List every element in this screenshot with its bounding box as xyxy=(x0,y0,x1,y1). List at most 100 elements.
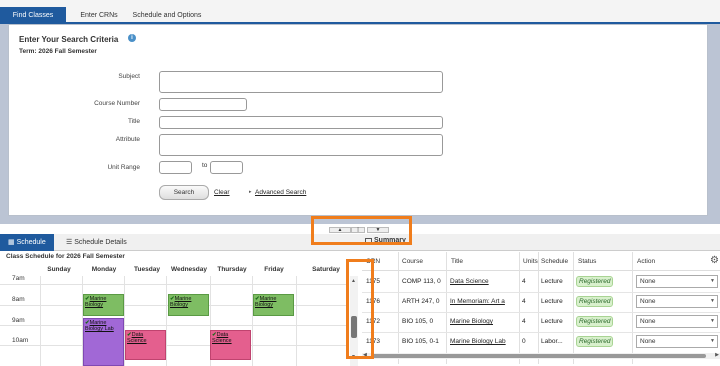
tab-schedule-details-label: Schedule Details xyxy=(74,239,127,246)
column-header-action[interactable]: Action xyxy=(637,258,655,265)
scrollbar-thumb[interactable] xyxy=(371,354,706,358)
clear-link[interactable]: Clear xyxy=(214,189,230,196)
title-label: Title xyxy=(127,118,140,125)
time-label: 8am xyxy=(12,296,25,303)
action-select[interactable]: None ▼ xyxy=(636,335,718,348)
action-select[interactable]: None ▼ xyxy=(636,315,718,328)
term-label: Term: 2026 Fall Semester xyxy=(19,48,97,55)
action-select-value: None xyxy=(640,318,656,325)
calendar-title: Class Schedule for 2026 Fall Semester xyxy=(6,253,125,260)
calendar-event[interactable]: ✔Data Science xyxy=(210,330,251,360)
chevron-down-icon: ▼ xyxy=(710,298,715,304)
action-select-value: None xyxy=(640,338,656,345)
advanced-search-link[interactable]: Advanced Search xyxy=(255,189,306,196)
tab-enter-crns[interactable]: Enter CRNs xyxy=(72,7,126,24)
status-badge: Registered xyxy=(576,276,614,287)
time-label: 7am xyxy=(12,275,25,282)
day-header: Sunday xyxy=(47,266,71,273)
calendar-event[interactable]: ✔Marine Biology xyxy=(168,294,209,316)
column-header-course[interactable]: Course xyxy=(402,258,423,265)
list-icon: ☰ xyxy=(66,239,75,246)
info-icon[interactable]: i xyxy=(128,34,136,42)
column-header-units[interactable]: Units xyxy=(523,258,539,265)
scroll-right-icon[interactable]: ▶ xyxy=(715,352,719,358)
status-badge: Registered xyxy=(576,296,614,307)
course-number-input[interactable] xyxy=(159,98,247,111)
status-badge: Registered xyxy=(576,336,614,347)
summary-tab-bar xyxy=(362,234,720,251)
caret-right-icon: ▸ xyxy=(249,189,252,195)
attribute-label: Attribute xyxy=(115,136,140,143)
row-divider xyxy=(362,332,720,333)
column-header-title[interactable]: Title xyxy=(451,258,463,265)
cell-title-link[interactable]: Data Science xyxy=(450,278,518,285)
gear-icon[interactable]: ⚙ xyxy=(710,255,719,266)
column-divider xyxy=(632,252,633,364)
day-header: Tuesday xyxy=(134,266,160,273)
time-label: 9am xyxy=(12,317,25,324)
time-label: 10am xyxy=(12,337,29,344)
cell-schedule: Lecture xyxy=(541,318,563,325)
subject-input[interactable] xyxy=(159,71,443,93)
cell-schedule: Labor... xyxy=(541,338,563,345)
unit-range-to-label: to xyxy=(202,162,208,169)
unit-range-from-input[interactable] xyxy=(159,161,192,174)
tab-schedule-details[interactable]: ☰ Schedule Details xyxy=(66,234,127,251)
grid-line xyxy=(40,276,41,366)
grid-line xyxy=(166,276,167,366)
column-divider xyxy=(519,252,520,364)
action-select[interactable]: None ▼ xyxy=(636,275,718,288)
day-header: Monday xyxy=(91,266,117,273)
cell-title-link[interactable]: Marine Biology xyxy=(450,318,518,325)
search-criteria-panel: Enter Your Search Criteria i Term: 2026 … xyxy=(8,24,708,216)
cell-schedule: Lecture xyxy=(541,278,563,285)
row-divider xyxy=(362,292,720,293)
unit-range-to-input[interactable] xyxy=(210,161,243,174)
cell-schedule: Lecture xyxy=(541,298,563,305)
header-divider xyxy=(362,270,720,271)
day-header: Wednesday xyxy=(170,266,207,273)
calendar-icon: ▦ xyxy=(8,239,17,246)
cell-course: COMP 113, 0 xyxy=(402,278,441,285)
tab-find-classes[interactable]: Find Classes xyxy=(0,7,66,24)
search-criteria-title: Enter Your Search Criteria xyxy=(19,35,119,44)
calendar-event[interactable]: ✔Data Science xyxy=(125,330,166,360)
grid-line xyxy=(296,276,297,366)
chevron-down-icon: ▼ xyxy=(710,318,715,324)
unit-range-label: Unit Range xyxy=(107,164,140,171)
cell-title-link[interactable]: In Memoriam: Art a xyxy=(450,298,518,305)
tab-schedule[interactable]: ▦ Schedule xyxy=(0,234,54,251)
cell-course: ARTH 247, 0 xyxy=(402,298,440,305)
day-header: Saturday xyxy=(312,266,340,273)
tab-schedule-label: Schedule xyxy=(16,239,46,246)
schedule-tab-bar: ▦ Schedule ☰ Schedule Details xyxy=(0,234,362,251)
attribute-input[interactable] xyxy=(159,134,443,156)
splitter-highlight-box xyxy=(311,216,412,245)
search-panel-frame: Enter Your Search Criteria i Term: 2026 … xyxy=(0,24,720,224)
summary-horizontal-scrollbar[interactable]: ◀ ▶ xyxy=(362,352,720,359)
cell-units: 4 xyxy=(522,298,526,305)
calendar-event[interactable]: ✔Marine Biology Lab xyxy=(83,318,124,366)
column-divider xyxy=(538,252,539,364)
registration-page: Find Classes Enter CRNs Schedule and Opt… xyxy=(0,0,720,366)
calendar-event[interactable]: ✔Marine Biology xyxy=(83,294,124,316)
cell-course: BIO 105, 0 xyxy=(402,318,434,325)
subject-label: Subject xyxy=(118,73,140,80)
tab-schedule-options[interactable]: Schedule and Options xyxy=(130,7,204,24)
status-badge: Registered xyxy=(576,316,614,327)
cell-units: 0 xyxy=(522,338,526,345)
scrollbar-highlight-box xyxy=(346,259,374,359)
column-divider xyxy=(446,252,447,364)
course-number-label: Course Number xyxy=(94,100,140,107)
cell-course: BIO 105, 0-1 xyxy=(402,338,439,345)
column-header-status[interactable]: Status xyxy=(578,258,596,265)
column-header-schedule[interactable]: Schedule xyxy=(541,258,573,265)
search-button[interactable]: Search xyxy=(159,185,209,200)
chevron-down-icon: ▼ xyxy=(710,338,715,344)
calendar-event[interactable]: ✔Marine Biology xyxy=(253,294,294,316)
row-divider xyxy=(362,312,720,313)
title-input[interactable] xyxy=(159,116,443,129)
cell-units: 4 xyxy=(522,318,526,325)
cell-title-link[interactable]: Marine Biology Lab xyxy=(450,338,518,345)
action-select[interactable]: None ▼ xyxy=(636,295,718,308)
